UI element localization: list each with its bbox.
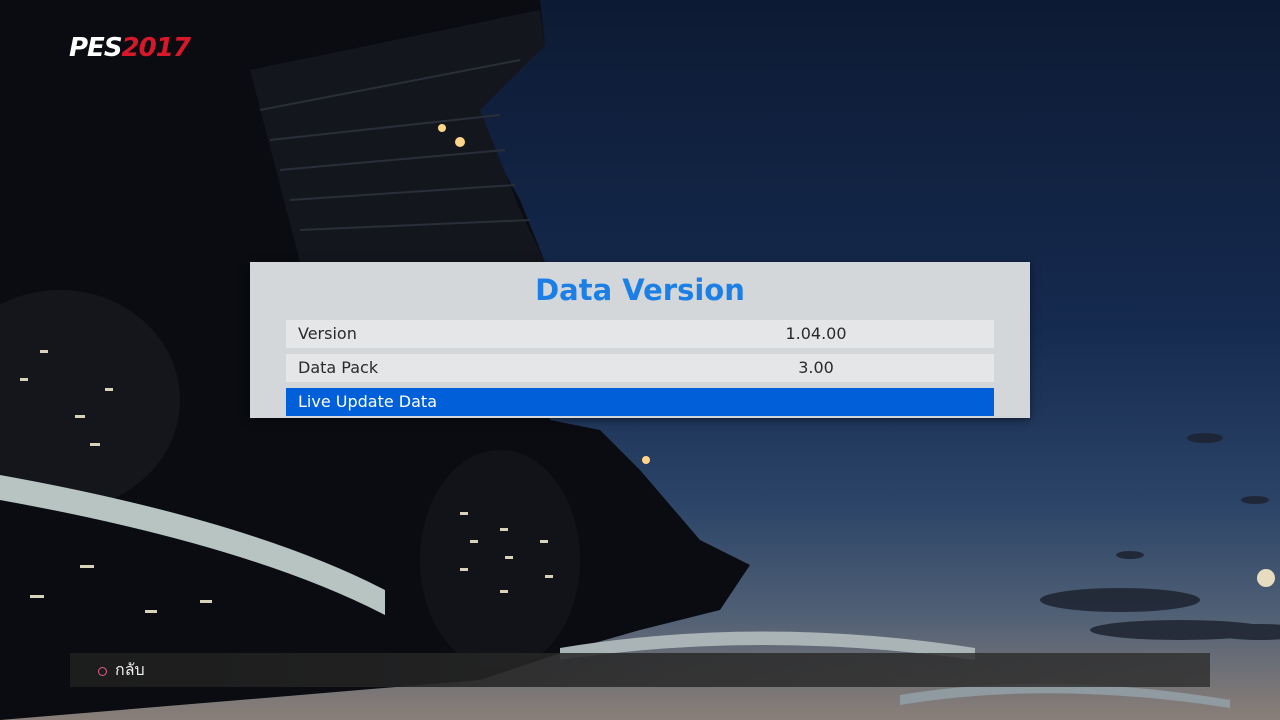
- data-pack-label: Data Pack: [298, 358, 379, 377]
- back-button[interactable]: กลับ: [115, 660, 145, 680]
- version-row[interactable]: Version 1.04.00: [286, 320, 994, 348]
- data-pack-value: 3.00: [798, 358, 834, 377]
- dialog-title: Data Version: [535, 273, 745, 307]
- logo-brand: PES: [69, 33, 123, 63]
- data-pack-row[interactable]: Data Pack 3.00: [286, 354, 994, 382]
- circle-button-icon: [98, 667, 107, 676]
- footer-bar: กลับ: [70, 653, 1210, 687]
- version-value: 1.04.00: [785, 324, 847, 343]
- data-version-dialog: Data Version Version 1.04.00 Data Pack 3…: [250, 262, 1030, 418]
- pes-logo: PES2017: [69, 33, 191, 63]
- logo-year: 2017: [121, 33, 191, 63]
- live-update-data-label: Live Update Data: [298, 392, 437, 411]
- game-screen: PES2017 Data Version Version 1.04.00 Dat…: [0, 0, 1280, 720]
- version-label: Version: [298, 324, 357, 343]
- live-update-data-row[interactable]: Live Update Data: [286, 388, 994, 416]
